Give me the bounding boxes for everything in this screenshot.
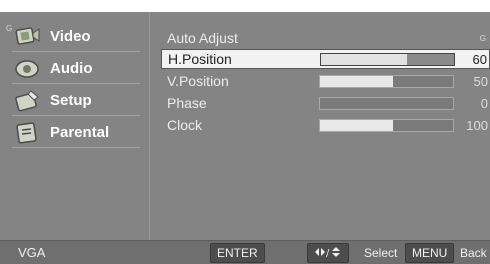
audio-icon	[12, 56, 42, 82]
menu-item-label: Clock	[167, 117, 203, 133]
menu-item-label: V.Position	[167, 73, 229, 89]
footer-bar: VGA ENTER / Select MENU Back	[0, 240, 490, 264]
menu-item-clock[interactable]: Clock 100	[161, 115, 490, 135]
slider-fill	[321, 53, 408, 65]
enter-label: ENTER	[217, 246, 258, 260]
phase-slider[interactable]	[319, 96, 454, 110]
video-icon	[12, 24, 42, 50]
slider-value: 50	[473, 73, 488, 89]
back-hint: Back	[460, 245, 487, 260]
menu-button[interactable]: MENU	[405, 243, 455, 263]
sidebar-item-audio[interactable]: Audio	[12, 54, 140, 84]
sidebar-item-label: Setup	[50, 92, 92, 109]
arrows-icon: /	[314, 246, 342, 261]
select-hint: Select	[364, 245, 398, 260]
slider-fill	[320, 119, 394, 131]
clock-slider[interactable]	[319, 118, 454, 132]
sidebar-item-label: Video	[50, 28, 91, 45]
slider-value: 60	[472, 51, 487, 67]
slider-value: 0	[480, 95, 488, 111]
svg-text:/: /	[326, 248, 330, 258]
sidebar-item-label: Parental	[50, 124, 110, 141]
menu-item-auto-adjust[interactable]: Auto Adjust G	[161, 28, 490, 48]
sidebar-item-label: Audio	[50, 60, 93, 77]
menu-item-h-position[interactable]: H.Position 60	[161, 49, 490, 69]
menu-item-label: Auto Adjust	[167, 30, 238, 46]
menu-item-phase[interactable]: Phase 0	[161, 93, 490, 113]
slider-fill	[320, 75, 394, 87]
menu-item-label: Phase	[167, 95, 207, 111]
nav-arrows-button[interactable]: /	[307, 243, 349, 263]
setup-icon	[12, 88, 42, 114]
menu-item-v-position[interactable]: V.Position 50	[161, 71, 490, 91]
parental-icon	[12, 120, 42, 146]
menu-label: MENU	[412, 246, 448, 260]
sidebar-item-video[interactable]: Video	[12, 22, 140, 52]
v-position-slider[interactable]	[319, 74, 454, 88]
source-label: VGA	[18, 245, 46, 260]
menu-item-label: H.Position	[168, 51, 232, 67]
sidebar-item-setup[interactable]: Setup	[12, 86, 140, 116]
settings-panel: Auto Adjust G H.Position 60 V.Position 5…	[151, 12, 490, 240]
enter-button[interactable]: ENTER	[210, 243, 265, 263]
g-marker: G	[479, 34, 486, 43]
slider-value: 100	[466, 117, 488, 133]
sidebar-item-parental[interactable]: Parental	[12, 118, 140, 148]
h-position-slider[interactable]	[320, 52, 455, 66]
sidebar: G Video Audio Setup Parental	[0, 12, 150, 240]
osd-menu: G Video Audio Setup Parental Auto Adjust…	[0, 12, 490, 264]
